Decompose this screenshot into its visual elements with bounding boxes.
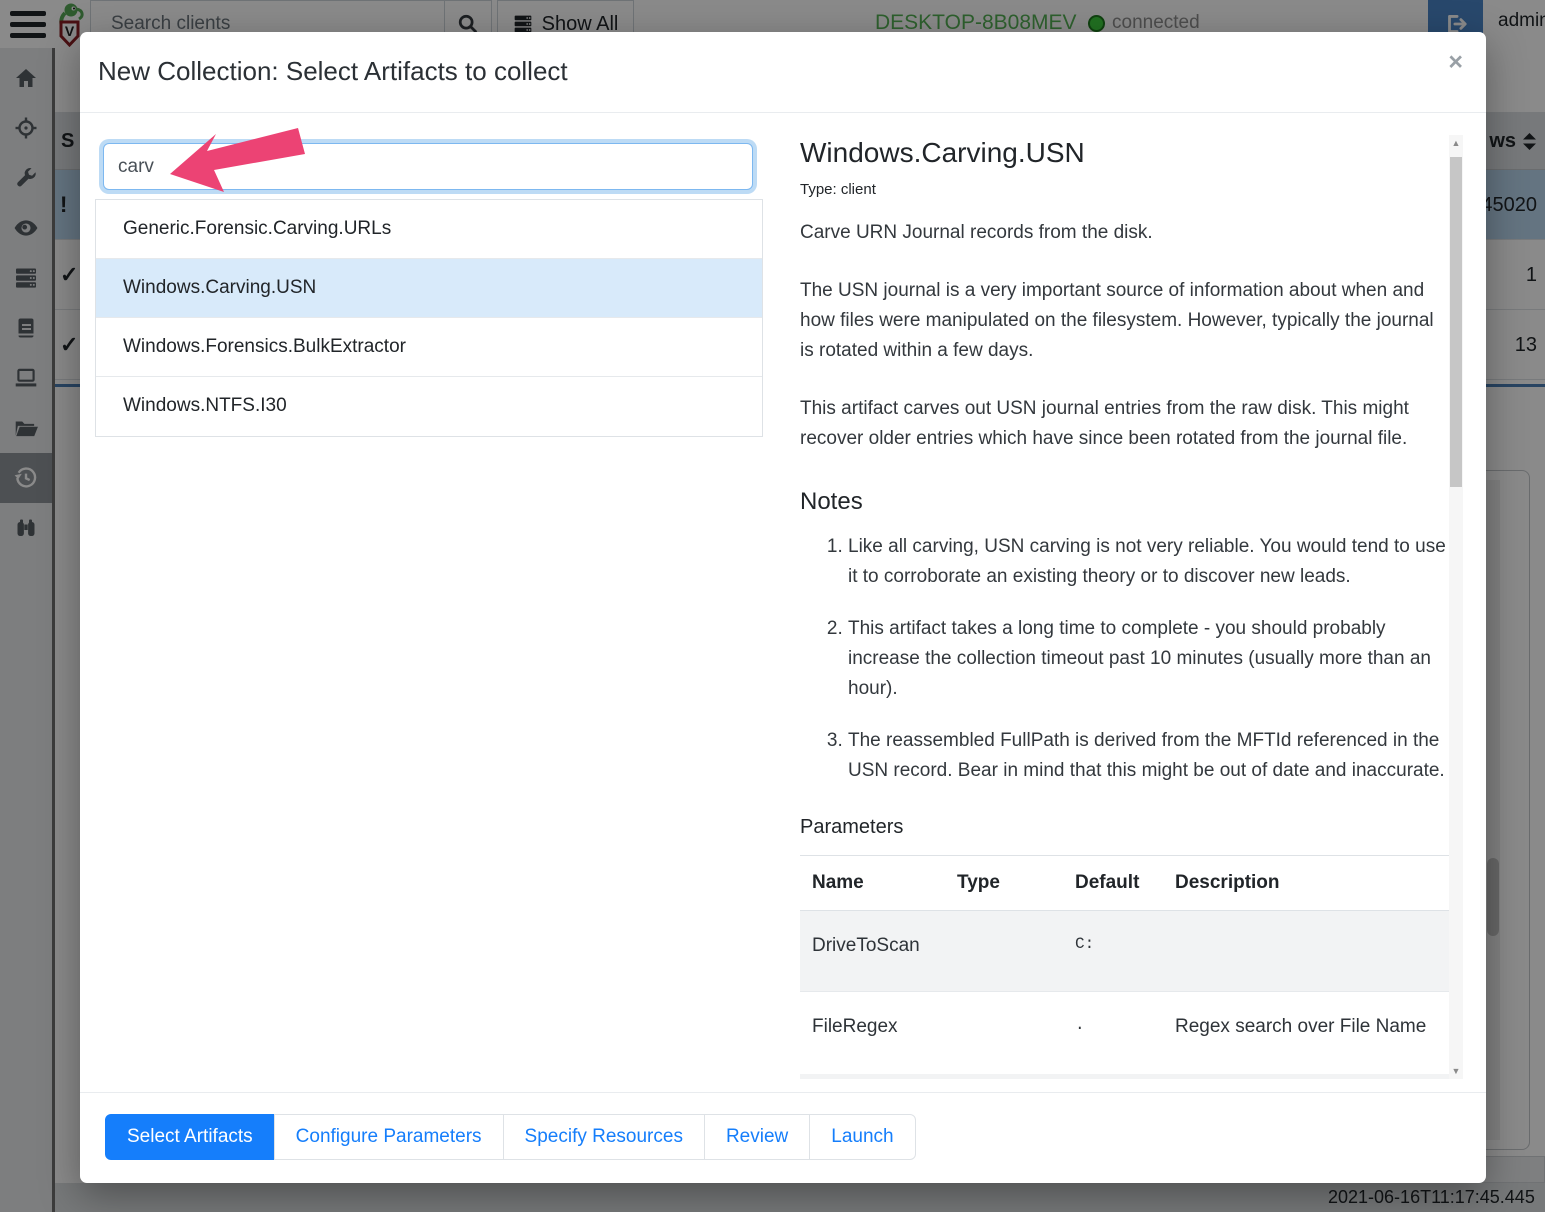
column-header: Name [800,856,945,911]
artifact-list-item[interactable]: Windows.NTFS.I30 [96,377,762,436]
column-header: Default [1063,856,1163,911]
notes-list: Like all carving, USN carving is not ver… [800,532,1450,786]
artifact-description: This artifact carves out USN journal ent… [800,394,1450,454]
param-description: Regex search over File Name [1163,992,1450,1073]
param-type [945,911,1063,992]
artifact-title: Windows.Carving.USN [800,137,1450,169]
column-header: Description [1163,856,1450,911]
artifact-search-input[interactable] [103,143,753,190]
artifact-list-item[interactable]: Generic.Forensic.Carving.URLs [96,200,762,259]
step-review[interactable]: Review [704,1114,810,1160]
parameters-table: Name Type Default Description DriveToSca… [800,855,1450,1072]
new-collection-modal: New Collection: Select Artifacts to coll… [80,32,1486,1183]
scroll-down-icon[interactable]: ▼ [1449,1063,1463,1079]
parameter-row: DriveToScan C: [800,911,1450,992]
close-icon[interactable]: × [1448,48,1463,77]
modal-title: New Collection: Select Artifacts to coll… [98,56,568,87]
artifact-summary: Carve URN Journal records from the disk. [800,218,1450,248]
artifact-description: The USN journal is a very important sour… [800,276,1450,366]
footer-divider [80,1092,1486,1093]
artifact-list: Generic.Forensic.Carving.URLs Windows.Ca… [95,199,763,437]
artifact-list-item[interactable]: Windows.Forensics.BulkExtractor [96,318,762,377]
artifact-details-panel: Windows.Carving.USN Type: client Carve U… [800,135,1450,1079]
column-header: Type [945,856,1063,911]
step-specify-resources[interactable]: Specify Resources [503,1114,705,1160]
param-default: C: [1063,911,1163,992]
artifact-list-item-selected[interactable]: Windows.Carving.USN [96,259,762,318]
step-launch[interactable]: Launch [809,1114,915,1160]
param-name: DriveToScan [800,911,945,992]
param-description [1163,911,1450,992]
step-select-artifacts[interactable]: Select Artifacts [105,1114,275,1160]
details-scrollbar[interactable]: ▲ ▼ [1449,135,1463,1079]
step-configure-parameters[interactable]: Configure Parameters [274,1114,504,1160]
details-scrollbar-thumb[interactable] [1450,157,1462,487]
next-row-partial [800,1074,1450,1079]
note-item: Like all carving, USN carving is not ver… [848,532,1450,592]
param-name: FileRegex [800,992,945,1073]
param-default: . [1063,992,1163,1073]
note-item: This artifact takes a long time to compl… [848,614,1450,704]
wizard-steps: Select Artifacts Configure Parameters Sp… [106,1114,916,1160]
scroll-up-icon[interactable]: ▲ [1449,135,1463,151]
parameters-heading: Parameters [800,816,1450,839]
parameter-row: FileRegex . Regex search over File Name [800,992,1450,1073]
param-type [945,992,1063,1073]
header-divider [80,112,1486,113]
artifact-type: Type: client [800,181,1450,198]
notes-heading: Notes [800,488,1450,516]
note-item: The reassembled FullPath is derived from… [848,726,1450,786]
